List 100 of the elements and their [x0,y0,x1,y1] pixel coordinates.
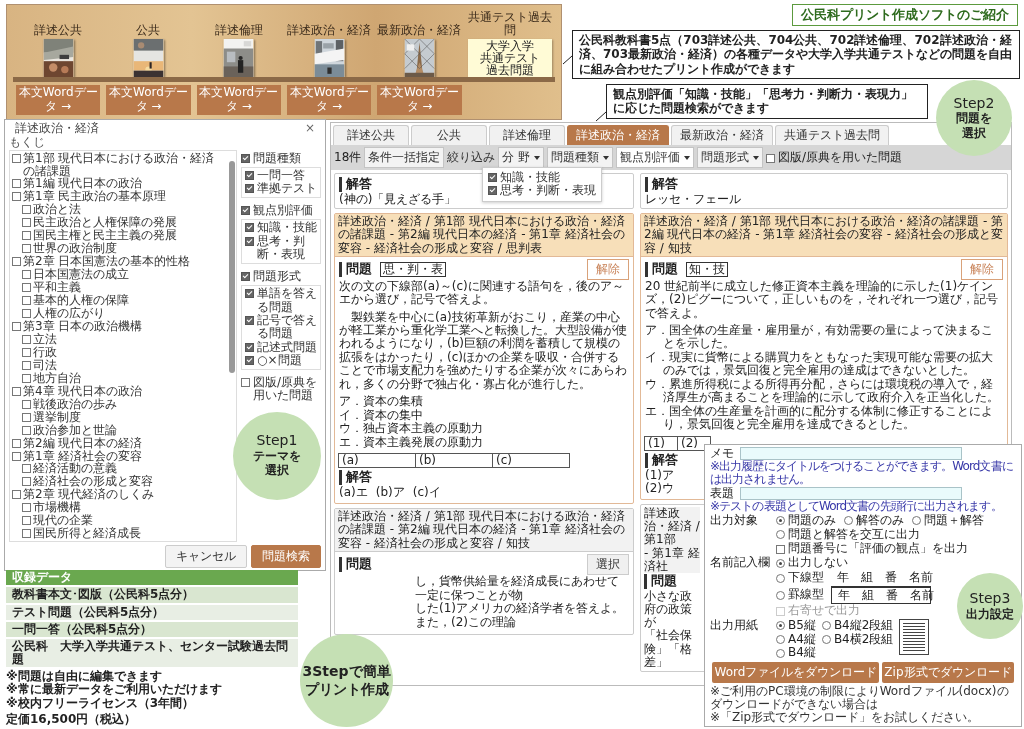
word-data-button[interactable]: 本文Wordデータ → [287,85,372,115]
checkbox[interactable] [22,205,31,215]
toc-item[interactable]: 第1編 現代日本の政治 [23,177,143,191]
checkbox[interactable] [12,179,21,189]
checkbox[interactable] [245,223,254,233]
checkbox[interactable] [245,289,254,299]
toc-item[interactable]: 第1章 民主政治の基本原理 [23,190,167,204]
radio-button[interactable] [776,634,785,644]
select-button[interactable]: 選択 [587,553,629,575]
checkbox[interactable] [22,529,31,539]
checkbox[interactable] [245,236,254,246]
filter-option[interactable]: 図版/原典を用いた問題 [778,150,903,165]
checkbox[interactable] [22,334,31,344]
filter-dropdown[interactable]: 観点別評価 [616,147,695,168]
option-label[interactable]: 問題と解答を交互に出力 [788,527,920,542]
radio-button[interactable] [776,573,785,583]
download-button[interactable]: Zip形式でダウンロード [882,662,1014,684]
toc-item[interactable]: 平和主義 [33,281,81,295]
download-button[interactable]: Wordファイルをダウンロード [712,662,880,684]
checkbox[interactable] [12,386,21,396]
toc-item[interactable]: 司法 [33,358,57,372]
word-data-button[interactable]: 本文Wordデータ → [16,85,101,115]
toc-item[interactable]: 民主政治と人権保障の発展 [33,216,177,230]
checkbox[interactable] [22,296,31,306]
toc-item[interactable]: 行政 [33,345,57,359]
checkbox[interactable] [245,171,254,180]
checkbox[interactable] [12,451,21,461]
option-label[interactable]: 問題のみ [788,514,836,528]
toc-item[interactable]: 第4章 現代日本の政治 [23,384,143,398]
checkbox[interactable] [22,516,31,526]
checkbox[interactable] [22,309,31,318]
toc-item[interactable]: 第3章 日本の政治機構 [23,319,143,333]
toc-item[interactable]: 経済社会の形成と変容 [33,475,153,489]
checkbox[interactable] [12,257,21,267]
checkbox[interactable] [22,477,31,487]
checkbox[interactable] [245,315,254,325]
checkbox[interactable] [22,244,31,254]
checkbox[interactable] [776,544,785,554]
cancel-button[interactable]: キャンセル [165,545,247,569]
radio-button[interactable] [776,516,785,526]
tab[interactable]: 公共 [411,125,487,145]
checkbox[interactable] [22,373,31,383]
checkbox[interactable] [22,399,31,409]
option-label[interactable]: 解答のみ [856,514,904,528]
checkbox[interactable] [245,184,254,194]
radio-button[interactable] [776,530,785,540]
checkbox[interactable] [245,342,254,352]
toc-item[interactable]: 国民所得と経済成長 [33,527,141,541]
toc-item[interactable]: 第1部 現代日本における政治・経済の諸課題 [23,151,224,178]
checkbox[interactable] [241,205,250,215]
word-data-button[interactable]: 本文Wordデータ → [106,85,191,115]
toc-item[interactable]: 世界の政治制度 [33,242,117,256]
checkbox[interactable] [22,347,31,357]
checkbox[interactable] [12,153,21,163]
checkbox[interactable] [22,270,31,280]
toc-item[interactable]: 市場機構 [33,501,81,515]
checkbox[interactable] [241,377,250,387]
radio-button[interactable] [821,634,831,644]
radio-button[interactable] [821,621,831,631]
toc-item[interactable]: 地方自治 [33,371,81,385]
checkbox[interactable] [22,425,31,435]
tab[interactable]: 共通テスト過去問 [775,125,889,145]
radio-button[interactable] [776,621,785,631]
checkbox[interactable] [766,154,776,163]
checkbox[interactable] [245,356,254,366]
menu-option[interactable]: 思考・判断・表現 [500,184,597,198]
tab[interactable]: 最新政治・経済 [671,125,773,145]
checkbox[interactable] [241,271,250,281]
menu-option[interactable]: 知識・技能 [500,171,561,185]
checkbox[interactable] [22,503,31,513]
checkbox[interactable] [241,153,250,163]
checkbox[interactable] [22,218,31,228]
checkbox[interactable] [12,321,21,331]
checkbox[interactable] [22,464,31,474]
toc-item[interactable]: 現代の企業 [33,514,93,528]
toc-item[interactable]: 国民主権と民主主義の発展 [33,229,177,243]
filter-dropdown[interactable]: 分 野 [498,147,545,168]
toc-item[interactable]: 戦後政治の歩み [33,397,117,411]
toc-item[interactable]: 選挙制度 [33,410,81,424]
checkbox[interactable] [22,283,31,293]
checkbox[interactable] [488,186,498,196]
option-label[interactable]: 問題番号に「評価の観点」を出力 [788,541,968,556]
checkbox[interactable] [22,360,31,370]
word-data-button[interactable]: 本文Wordデータ → [377,85,462,115]
option-label[interactable]: 出力しない [788,556,848,571]
close-button[interactable]: × [304,122,315,136]
toc-item[interactable]: 第2章 日本国憲法の基本的性格 [23,255,191,269]
toc-item[interactable]: 日本国憲法の成立 [33,268,129,282]
checkbox[interactable] [12,192,21,202]
toc-item[interactable]: 第2章 現代経済のしくみ [23,488,155,502]
toc-item[interactable]: 第2編 現代日本の経済 [23,436,143,450]
option-label[interactable]: B4縦 [788,646,816,661]
toc-item[interactable]: 政治と法 [33,203,81,217]
tab[interactable]: 詳述政治・経済 [567,125,669,145]
toc-item[interactable]: 第1章 経済社会の変容 [23,449,143,463]
checkbox[interactable] [22,231,31,241]
radio-button[interactable] [844,516,853,526]
word-data-button[interactable]: 本文Wordデータ → [196,85,281,115]
filter-dropdown[interactable]: 問題形式 [697,147,764,168]
option-label[interactable]: B4縦2段組 [833,618,894,633]
